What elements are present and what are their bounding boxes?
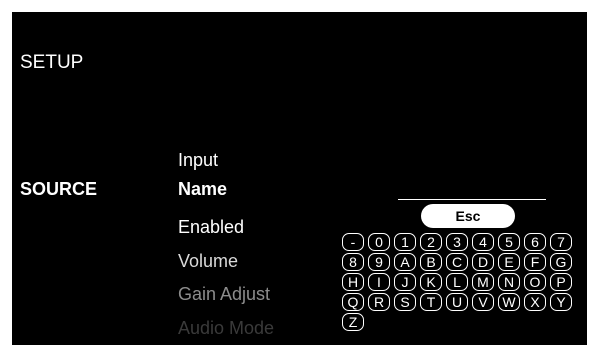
page-title: SETUP — [20, 52, 84, 73]
key-w[interactable]: W — [498, 293, 520, 311]
key-e[interactable]: E — [498, 253, 520, 271]
key-6[interactable]: 6 — [524, 233, 546, 251]
name-input-field[interactable] — [398, 185, 546, 200]
key-z[interactable]: Z — [342, 313, 364, 331]
key-1[interactable]: 1 — [394, 233, 416, 251]
menu-item-input[interactable]: Input — [178, 150, 218, 171]
key-n[interactable]: N — [498, 273, 520, 291]
key-3[interactable]: 3 — [446, 233, 468, 251]
setup-screen: SETUP SOURCE Input Name Enabled Volume G… — [12, 12, 587, 345]
key-x[interactable]: X — [524, 293, 546, 311]
key-s[interactable]: S — [394, 293, 416, 311]
key-0[interactable]: 0 — [368, 233, 390, 251]
key-b[interactable]: B — [420, 253, 442, 271]
key-dash[interactable]: - — [342, 233, 364, 251]
key-9[interactable]: 9 — [368, 253, 390, 271]
key-7[interactable]: 7 — [550, 233, 572, 251]
key-y[interactable]: Y — [550, 293, 572, 311]
key-5[interactable]: 5 — [498, 233, 520, 251]
key-2[interactable]: 2 — [420, 233, 442, 251]
menu-item-enabled[interactable]: Enabled — [178, 217, 244, 238]
key-m[interactable]: M — [472, 273, 494, 291]
onscreen-keyboard: -01234567 89ABCDEFG HIJKLMNOP QRSTUVWXY Z — [342, 233, 576, 331]
section-label-source: SOURCE — [20, 179, 98, 199]
key-a[interactable]: A — [394, 253, 416, 271]
key-d[interactable]: D — [472, 253, 494, 271]
key-o[interactable]: O — [524, 273, 546, 291]
key-4[interactable]: 4 — [472, 233, 494, 251]
key-g[interactable]: G — [550, 253, 572, 271]
key-8[interactable]: 8 — [342, 253, 364, 271]
key-i[interactable]: I — [368, 273, 390, 291]
key-p[interactable]: P — [550, 273, 572, 291]
key-k[interactable]: K — [420, 273, 442, 291]
key-t[interactable]: T — [420, 293, 442, 311]
menu-item-gain-adjust[interactable]: Gain Adjust — [178, 284, 270, 305]
key-u[interactable]: U — [446, 293, 468, 311]
key-f[interactable]: F — [524, 253, 546, 271]
key-h[interactable]: H — [342, 273, 364, 291]
key-r[interactable]: R — [368, 293, 390, 311]
menu-item-volume[interactable]: Volume — [178, 251, 238, 272]
key-l[interactable]: L — [446, 273, 468, 291]
key-j[interactable]: J — [394, 273, 416, 291]
key-q[interactable]: Q — [342, 293, 364, 311]
key-c[interactable]: C — [446, 253, 468, 271]
menu-item-audio-mode[interactable]: Audio Mode — [178, 318, 274, 339]
menu-item-name[interactable]: Name — [178, 179, 227, 200]
key-v[interactable]: V — [472, 293, 494, 311]
esc-button[interactable]: Esc — [421, 204, 515, 228]
